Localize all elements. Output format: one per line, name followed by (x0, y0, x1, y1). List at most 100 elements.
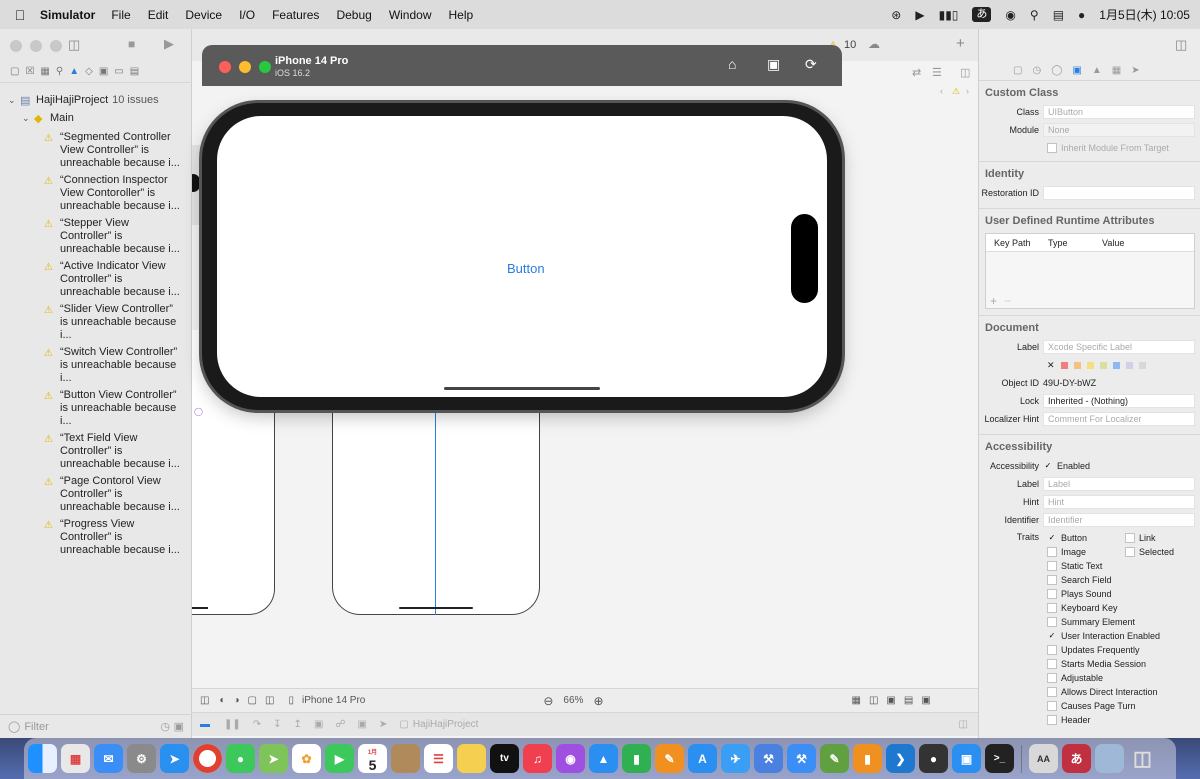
color-swatch-gray[interactable] (1138, 361, 1146, 369)
sidebar-toggle-icon[interactable]: ◫ (68, 37, 80, 53)
trait-checkbox[interactable] (1125, 533, 1135, 543)
trait-checkbox[interactable] (1047, 659, 1057, 669)
source-control-icon[interactable]: ☒ (25, 66, 34, 77)
find-icon[interactable]: ⚲ (56, 66, 63, 77)
menu-file[interactable]: File (111, 8, 130, 22)
trait-checkbox[interactable]: ✓ (1047, 533, 1057, 543)
trait-checkbox[interactable] (1047, 561, 1057, 571)
identity-inspector-icon[interactable]: ▣ (1072, 65, 1081, 76)
list-item[interactable]: ⚠ “Slider View Controller” is unreachable… (0, 303, 192, 342)
wifi-icon[interactable]: ◉ (1005, 8, 1015, 22)
testflight-icon[interactable]: ✈ (721, 744, 750, 773)
appearance-icon[interactable]: ◑ (234, 695, 240, 706)
chevron-down-icon[interactable]: ⌄ (22, 113, 34, 124)
jump-warning-icon[interactable]: ⚠ (952, 86, 960, 97)
color-swatch-orange[interactable] (1073, 361, 1081, 369)
list-item[interactable]: ⚠ “Button View Controller” is unreachable… (0, 389, 192, 428)
bluetooth-icon[interactable]: ⊛ (891, 8, 901, 22)
issue-navigator-icon[interactable]: ▲ (69, 66, 79, 77)
home-icon[interactable]: ⌂ (728, 56, 736, 72)
simulator-icon[interactable]: ⚒ (787, 744, 816, 773)
safari-icon[interactable]: ➤ (160, 744, 189, 773)
chevron-down-icon[interactable]: ⌄ (8, 95, 20, 106)
font-book-icon[interactable]: AA (1029, 744, 1058, 773)
list-item[interactable]: ⚠ “Progress View Controller” is unreachab… (0, 518, 192, 557)
numbers-icon[interactable]: ▮ (622, 744, 651, 773)
podcasts-icon[interactable]: ◉ (556, 744, 585, 773)
sim-close-button[interactable] (219, 61, 231, 73)
location-icon[interactable]: ➤ (379, 719, 387, 730)
device-icon[interactable]: ▯ (288, 695, 294, 706)
apple-tv-icon[interactable]: tv (490, 744, 519, 773)
screenshot-icon[interactable]: ▣ (767, 56, 780, 73)
sim-minimize-button[interactable] (239, 61, 251, 73)
trait-checkbox[interactable] (1047, 701, 1057, 711)
update-frames-icon[interactable]: ▦ (852, 695, 861, 706)
menu-device[interactable]: Device (185, 8, 222, 22)
layout-icon[interactable]: ◫ (265, 695, 274, 706)
list-item[interactable]: ⚠ “Connection Inspector View Contoroller”… (0, 174, 192, 213)
add-constraints-icon[interactable]: ▣ (886, 695, 895, 706)
trait-checkbox[interactable] (1047, 645, 1057, 655)
module-field[interactable]: None (1043, 123, 1195, 137)
acc-hint-field[interactable]: Hint (1043, 495, 1195, 509)
menu-debug[interactable]: Debug (336, 8, 371, 22)
input-method-badge[interactable]: あ (972, 7, 992, 22)
messages-icon[interactable]: ● (226, 744, 255, 773)
sim-zoom-button[interactable] (259, 61, 271, 73)
simulator-title-bar[interactable]: iPhone 14 Pro iOS 16.2 ⌂ ▣ ⟳ (202, 45, 842, 86)
acc-identifier-field[interactable]: Identifier (1043, 513, 1195, 527)
trait-checkbox[interactable] (1047, 617, 1057, 627)
list-item[interactable]: ⚠ “Page Contorol View Controller” is unre… (0, 475, 192, 514)
trait-checkbox[interactable] (1047, 603, 1057, 613)
inspector-toggle-icon[interactable]: ◫ (1175, 37, 1187, 53)
history-inspector-icon[interactable]: ◷ (1032, 65, 1041, 76)
run-icon[interactable]: ▶ (164, 36, 174, 52)
step-in-icon[interactable]: ↧ (273, 719, 281, 730)
coteditor-icon[interactable]: ✎ (820, 744, 849, 773)
lock-select[interactable]: Inherited - (Nothing) (1043, 394, 1195, 408)
control-center-icon[interactable]: ▤ (1053, 8, 1064, 22)
symbol-icon[interactable]: ▦ (40, 66, 49, 77)
color-swatch-purple[interactable] (1125, 361, 1133, 369)
trait-checkbox[interactable] (1047, 715, 1057, 725)
add-attribute-icon[interactable]: + (990, 294, 997, 308)
music-icon[interactable]: ♫ (523, 744, 552, 773)
file-inspector-icon[interactable]: ▢ (1013, 65, 1022, 76)
trait-checkbox[interactable] (1047, 575, 1057, 585)
issue-badge[interactable]: 10 (844, 39, 856, 51)
play-icon[interactable]: ▶ (915, 8, 924, 22)
menu-io[interactable]: I/O (239, 8, 255, 22)
menubar-clock[interactable]: 1月5日(木) 10:05 (1099, 6, 1190, 23)
pause-icon[interactable]: ❚❚ (224, 719, 241, 730)
add-icon[interactable]: + (956, 35, 965, 52)
app-menu-simulator[interactable]: Simulator (40, 8, 95, 22)
console-split-icon[interactable]: ◫ (959, 719, 968, 730)
zoom-icon[interactable]: ▣ (952, 744, 981, 773)
pages-icon[interactable]: ✎ (655, 744, 684, 773)
zoom-out-icon[interactable]: ⊖ (543, 694, 553, 708)
terminal-icon[interactable]: >_ (985, 744, 1014, 773)
rotate-icon[interactable]: ⟳ (805, 56, 817, 73)
list-item[interactable]: ⚠ “Active Indicator View Controller” is u… (0, 260, 192, 299)
stop-icon[interactable]: ■ (128, 37, 135, 51)
minimize-window-button[interactable] (30, 40, 42, 52)
color-swatch-blue[interactable] (1112, 361, 1120, 369)
adjust-editor-icon[interactable]: ⇄ (912, 66, 921, 79)
zoom-window-button[interactable] (50, 40, 62, 52)
menu-help[interactable]: Help (449, 8, 474, 22)
app-store-icon[interactable]: A (688, 744, 717, 773)
books-icon[interactable]: ▮ (853, 744, 882, 773)
trait-checkbox[interactable] (1047, 547, 1057, 557)
resolve-icon[interactable]: ▤ (904, 695, 913, 706)
preview-icon[interactable] (1095, 744, 1124, 773)
calendar-icon[interactable]: 1月 5 (358, 744, 387, 773)
runtime-attributes-table[interactable]: Key Path Type Value + − (985, 233, 1195, 309)
list-item[interactable]: ⚠ “Segmented Controller View Controller” … (0, 131, 192, 170)
chrome-icon[interactable] (193, 744, 222, 773)
list-item[interactable]: ⚠ “Stepper View Controller” is unreachabl… (0, 217, 192, 256)
siri-icon[interactable]: ● (1078, 8, 1085, 22)
battery-icon[interactable]: ▮▮▯ (939, 8, 959, 22)
reminders-icon[interactable]: ☰ (424, 744, 453, 773)
document-label-field[interactable]: Xcode Specific Label (1043, 340, 1195, 354)
